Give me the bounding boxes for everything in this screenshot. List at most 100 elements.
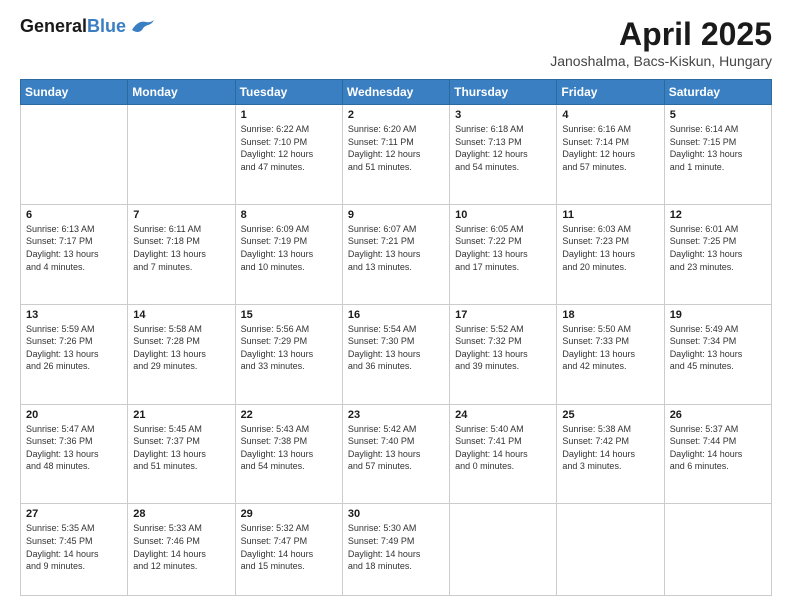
calendar-cell: 22Sunrise: 5:43 AM Sunset: 7:38 PM Dayli… bbox=[235, 404, 342, 504]
calendar-cell: 26 Sunrise: 5:37 AM Sunset: 7:44 PM Dayli… bbox=[664, 404, 771, 504]
day-info: Sunrise: 5:38 AM Sunset: 7:42 PM Dayligh… bbox=[562, 423, 658, 473]
day-number: 28 bbox=[133, 508, 229, 520]
day-info: Sunrise: 6:09 AM Sunset: 7:19 PM Dayligh… bbox=[241, 223, 337, 273]
day-number: 26 bbox=[670, 409, 766, 421]
calendar-cell: 20 Sunrise: 5:47 AM Sunset: 7:36 PM Dayli… bbox=[21, 404, 128, 504]
calendar-cell bbox=[128, 105, 235, 205]
calendar-title: April 2025 bbox=[550, 16, 772, 53]
day-info: Sunrise: 6:03 AM Sunset: 7:23 PM Dayligh… bbox=[562, 223, 658, 273]
calendar-cell: 14 Sunrise: 5:58 AM Sunset: 7:28 PM Dayli… bbox=[128, 304, 235, 404]
day-info: Sunrise: 5:45 AM Sunset: 7:37 PM Dayligh… bbox=[133, 423, 229, 473]
col-tuesday: Tuesday bbox=[235, 80, 342, 105]
day-info: Sunrise: 5:58 AM Sunset: 7:28 PM Dayligh… bbox=[133, 323, 229, 373]
logo-bird-icon bbox=[128, 16, 156, 34]
day-number: 9 bbox=[348, 209, 444, 221]
day-number: 16 bbox=[348, 309, 444, 321]
day-info: Sunrise: 5:30 AM Sunset: 7:49 PM Dayligh… bbox=[348, 522, 444, 572]
day-number: 1 bbox=[241, 109, 337, 121]
day-info: Sunrise: 5:42 AM Sunset: 7:40 PM Dayligh… bbox=[348, 423, 444, 473]
calendar-week-4: 20 Sunrise: 5:47 AM Sunset: 7:36 PM Dayli… bbox=[21, 404, 772, 504]
day-number: 8 bbox=[241, 209, 337, 221]
day-info: Sunrise: 6:07 AM Sunset: 7:21 PM Dayligh… bbox=[348, 223, 444, 273]
calendar-cell: 19 Sunrise: 5:49 AM Sunset: 7:34 PM Dayli… bbox=[664, 304, 771, 404]
page: GeneralBlue April 2025 Janoshalma, Bacs-… bbox=[0, 0, 792, 612]
calendar-cell: 6Sunrise: 6:13 AM Sunset: 7:17 PM Daylig… bbox=[21, 204, 128, 304]
day-info: Sunrise: 5:37 AM Sunset: 7:44 PM Dayligh… bbox=[670, 423, 766, 473]
logo-blue: Blue bbox=[87, 16, 126, 36]
day-info: Sunrise: 6:18 AM Sunset: 7:13 PM Dayligh… bbox=[455, 123, 551, 173]
day-number: 29 bbox=[241, 508, 337, 520]
day-number: 17 bbox=[455, 309, 551, 321]
day-number: 21 bbox=[133, 409, 229, 421]
calendar-cell: 28 Sunrise: 5:33 AM Sunset: 7:46 PM Dayli… bbox=[128, 504, 235, 596]
calendar-cell: 18 Sunrise: 5:50 AM Sunset: 7:33 PM Dayli… bbox=[557, 304, 664, 404]
day-number: 25 bbox=[562, 409, 658, 421]
header: GeneralBlue April 2025 Janoshalma, Bacs-… bbox=[20, 16, 772, 69]
calendar-cell: 1 Sunrise: 6:22 AM Sunset: 7:10 PM Daylig… bbox=[235, 105, 342, 205]
calendar-cell: 17Sunrise: 5:52 AM Sunset: 7:32 PM Dayli… bbox=[450, 304, 557, 404]
logo-text: GeneralBlue bbox=[20, 16, 126, 37]
day-info: Sunrise: 5:49 AM Sunset: 7:34 PM Dayligh… bbox=[670, 323, 766, 373]
calendar-cell bbox=[21, 105, 128, 205]
calendar-week-3: 13 Sunrise: 5:59 AM Sunset: 7:26 PM Dayli… bbox=[21, 304, 772, 404]
day-info: Sunrise: 6:14 AM Sunset: 7:15 PM Dayligh… bbox=[670, 123, 766, 173]
calendar-cell bbox=[664, 504, 771, 596]
day-info: Sunrise: 6:22 AM Sunset: 7:10 PM Dayligh… bbox=[241, 123, 337, 173]
day-info: Sunrise: 5:35 AM Sunset: 7:45 PM Dayligh… bbox=[26, 522, 122, 572]
calendar-cell: 8 Sunrise: 6:09 AM Sunset: 7:19 PM Daylig… bbox=[235, 204, 342, 304]
calendar-cell: 11 Sunrise: 6:03 AM Sunset: 7:23 PM Dayli… bbox=[557, 204, 664, 304]
col-thursday: Thursday bbox=[450, 80, 557, 105]
day-info: Sunrise: 5:50 AM Sunset: 7:33 PM Dayligh… bbox=[562, 323, 658, 373]
calendar-cell: 13 Sunrise: 5:59 AM Sunset: 7:26 PM Dayli… bbox=[21, 304, 128, 404]
day-info: Sunrise: 5:33 AM Sunset: 7:46 PM Dayligh… bbox=[133, 522, 229, 572]
calendar-cell: 24Sunrise: 5:40 AM Sunset: 7:41 PM Dayli… bbox=[450, 404, 557, 504]
calendar-cell: 27 Sunrise: 5:35 AM Sunset: 7:45 PM Dayli… bbox=[21, 504, 128, 596]
day-number: 23 bbox=[348, 409, 444, 421]
day-number: 19 bbox=[670, 309, 766, 321]
day-info: Sunrise: 5:59 AM Sunset: 7:26 PM Dayligh… bbox=[26, 323, 122, 373]
day-number: 12 bbox=[670, 209, 766, 221]
day-number: 15 bbox=[241, 309, 337, 321]
day-number: 30 bbox=[348, 508, 444, 520]
day-info: Sunrise: 5:32 AM Sunset: 7:47 PM Dayligh… bbox=[241, 522, 337, 572]
calendar-cell: 5Sunrise: 6:14 AM Sunset: 7:15 PM Daylig… bbox=[664, 105, 771, 205]
col-saturday: Saturday bbox=[664, 80, 771, 105]
calendar-cell: 29 Sunrise: 5:32 AM Sunset: 7:47 PM Dayli… bbox=[235, 504, 342, 596]
calendar-header-row: Sunday Monday Tuesday Wednesday Thursday… bbox=[21, 80, 772, 105]
calendar-cell: 16 Sunrise: 5:54 AM Sunset: 7:30 PM Dayli… bbox=[342, 304, 449, 404]
calendar-cell: 3Sunrise: 6:18 AM Sunset: 7:13 PM Daylig… bbox=[450, 105, 557, 205]
day-number: 24 bbox=[455, 409, 551, 421]
day-info: Sunrise: 6:20 AM Sunset: 7:11 PM Dayligh… bbox=[348, 123, 444, 173]
day-number: 13 bbox=[26, 309, 122, 321]
day-info: Sunrise: 5:54 AM Sunset: 7:30 PM Dayligh… bbox=[348, 323, 444, 373]
calendar-week-1: 1 Sunrise: 6:22 AM Sunset: 7:10 PM Daylig… bbox=[21, 105, 772, 205]
title-block: April 2025 Janoshalma, Bacs-Kiskun, Hung… bbox=[550, 16, 772, 69]
calendar-cell: 10Sunrise: 6:05 AM Sunset: 7:22 PM Dayli… bbox=[450, 204, 557, 304]
calendar-cell: 9 Sunrise: 6:07 AM Sunset: 7:21 PM Daylig… bbox=[342, 204, 449, 304]
calendar-cell: 21 Sunrise: 5:45 AM Sunset: 7:37 PM Dayli… bbox=[128, 404, 235, 504]
col-friday: Friday bbox=[557, 80, 664, 105]
calendar-subtitle: Janoshalma, Bacs-Kiskun, Hungary bbox=[550, 53, 772, 69]
day-number: 27 bbox=[26, 508, 122, 520]
day-number: 11 bbox=[562, 209, 658, 221]
day-number: 7 bbox=[133, 209, 229, 221]
day-number: 2 bbox=[348, 109, 444, 121]
logo: GeneralBlue bbox=[20, 16, 156, 37]
calendar-cell bbox=[450, 504, 557, 596]
calendar-table: Sunday Monday Tuesday Wednesday Thursday… bbox=[20, 79, 772, 596]
calendar-cell: 30 Sunrise: 5:30 AM Sunset: 7:49 PM Dayli… bbox=[342, 504, 449, 596]
calendar-cell: 7Sunrise: 6:11 AM Sunset: 7:18 PM Daylig… bbox=[128, 204, 235, 304]
day-info: Sunrise: 5:56 AM Sunset: 7:29 PM Dayligh… bbox=[241, 323, 337, 373]
calendar-week-2: 6Sunrise: 6:13 AM Sunset: 7:17 PM Daylig… bbox=[21, 204, 772, 304]
day-number: 18 bbox=[562, 309, 658, 321]
day-number: 14 bbox=[133, 309, 229, 321]
day-number: 4 bbox=[562, 109, 658, 121]
col-wednesday: Wednesday bbox=[342, 80, 449, 105]
day-info: Sunrise: 5:47 AM Sunset: 7:36 PM Dayligh… bbox=[26, 423, 122, 473]
day-number: 20 bbox=[26, 409, 122, 421]
calendar-cell: 23 Sunrise: 5:42 AM Sunset: 7:40 PM Dayli… bbox=[342, 404, 449, 504]
calendar-cell: 15 Sunrise: 5:56 AM Sunset: 7:29 PM Dayli… bbox=[235, 304, 342, 404]
calendar-cell: 4Sunrise: 6:16 AM Sunset: 7:14 PM Daylig… bbox=[557, 105, 664, 205]
calendar-week-5: 27 Sunrise: 5:35 AM Sunset: 7:45 PM Dayli… bbox=[21, 504, 772, 596]
calendar-cell: 2 Sunrise: 6:20 AM Sunset: 7:11 PM Daylig… bbox=[342, 105, 449, 205]
